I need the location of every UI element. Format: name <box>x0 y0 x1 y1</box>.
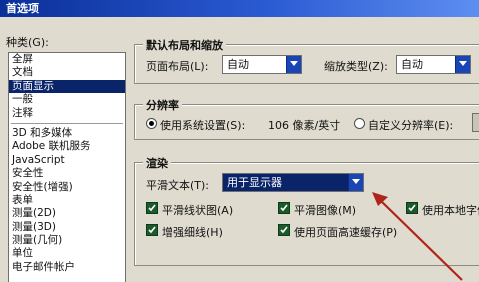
arrow-annotation <box>372 192 463 281</box>
